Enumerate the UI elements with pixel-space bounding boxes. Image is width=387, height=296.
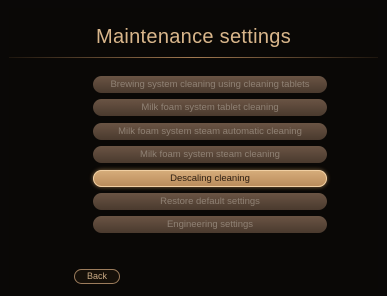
menu-item-restore-defaults[interactable]: Restore default settings	[93, 192, 327, 210]
menu-item-brewing-tablet-cleaning[interactable]: Brewing system cleaning using cleaning t…	[93, 76, 327, 93]
device-frame: Maintenance settings Brewing system clea…	[0, 0, 387, 296]
back-button[interactable]: Back	[74, 269, 120, 284]
menu-item-engineering-settings[interactable]: Engineering settings	[93, 216, 327, 234]
page-title: Maintenance settings	[95, 26, 291, 48]
maintenance-menu: Brewing system cleaning using cleaning t…	[93, 76, 327, 240]
menu-item-descaling-cleaning[interactable]: Descaling cleaning	[93, 169, 327, 187]
menu-item-milk-foam-tablet-cleaning[interactable]: Milk foam system tablet cleaning	[93, 99, 327, 117]
menu-item-milk-foam-steam-auto-cleaning[interactable]: Milk foam system steam automatic cleanin…	[93, 122, 327, 140]
menu-item-milk-foam-steam-cleaning[interactable]: Milk foam system steam cleaning	[93, 146, 327, 164]
title-divider	[9, 57, 378, 58]
maintenance-screen: Maintenance settings Brewing system clea…	[9, 8, 378, 290]
